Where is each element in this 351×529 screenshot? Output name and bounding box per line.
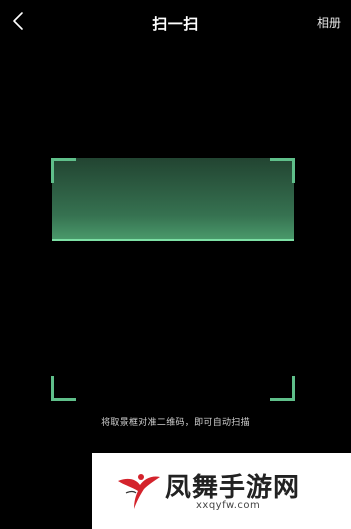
album-button[interactable]: 相册 — [317, 14, 341, 31]
scan-band — [52, 158, 294, 240]
page-title: 扫一扫 — [152, 15, 199, 33]
scan-corner-bottom-right — [270, 376, 295, 401]
phoenix-logo-icon — [118, 474, 160, 509]
scan-corner-bottom-left — [51, 376, 76, 401]
top-bar: 扫一扫 相册 — [0, 0, 351, 44]
scan-line — [52, 239, 294, 241]
watermark-brand: 凤舞手游网 — [165, 473, 301, 503]
watermark-url: xxqyfw.com — [196, 500, 261, 511]
scan-corner-top-right — [270, 158, 295, 183]
watermark: 凤舞手游网 xxqyfw.com — [92, 453, 351, 529]
scan-frame — [51, 158, 295, 401]
scan-hint: 将取景框对准二维码，即可自动扫描 — [101, 418, 250, 428]
scan-corner-top-left — [51, 158, 76, 183]
